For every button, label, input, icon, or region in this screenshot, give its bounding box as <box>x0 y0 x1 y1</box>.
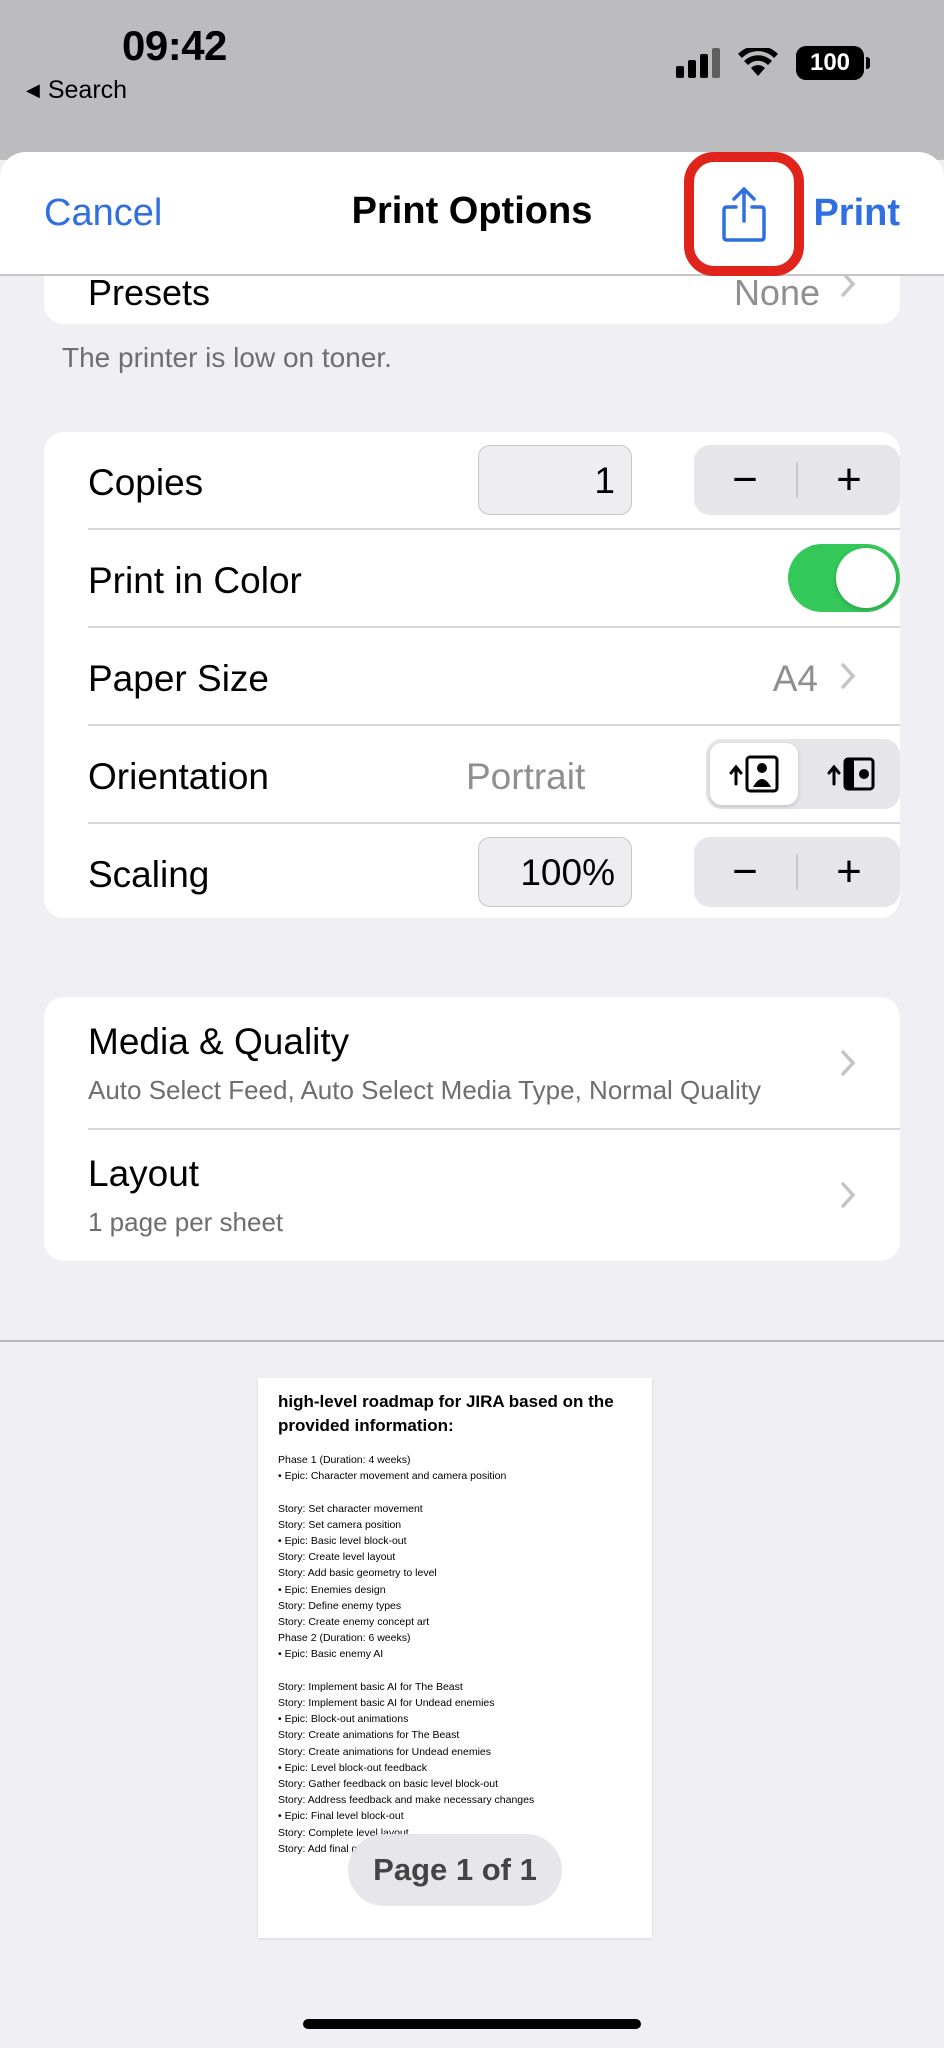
media-quality-subtitle: Auto Select Feed, Auto Select Media Type… <box>88 1075 761 1105</box>
scaling-increment-button[interactable]: + <box>798 837 900 907</box>
cellular-signal-icon <box>676 48 720 78</box>
preview-line: Story: Set camera position <box>278 1518 402 1531</box>
layout-title: Layout <box>88 1153 200 1194</box>
copies-stepper: − + <box>694 445 900 515</box>
preview-line: Story: Gather feedback on basic level bl… <box>278 1778 499 1791</box>
landscape-icon <box>827 757 875 791</box>
navigation-bar: Cancel Print Options Print <box>0 152 944 276</box>
preview-line: Phase 2 (Duration: 6 weeks) <box>278 1632 411 1645</box>
preview-line: • Epic: Enemies design <box>278 1583 386 1596</box>
preview-line: • Epic: Level block-out feedback <box>278 1761 428 1774</box>
home-indicator <box>303 2019 641 2029</box>
print-options-sheet: Cancel Print Options Print Presets None … <box>0 152 944 2048</box>
portrait-option[interactable] <box>710 743 798 805</box>
back-to-search[interactable]: ◀ Search <box>26 76 127 105</box>
preview-line: • Epic: Final level block-out <box>278 1810 404 1823</box>
presets-value: None <box>733 272 820 313</box>
scaling-stepper: − + <box>694 837 900 907</box>
layout-row[interactable]: Layout 1 page per sheet <box>88 1129 900 1261</box>
media-quality-row[interactable]: Media & Quality Auto Select Feed, Auto S… <box>88 997 900 1129</box>
preview-line <box>278 1484 632 1500</box>
preview-line <box>278 1663 632 1679</box>
preview-line: Story: Create animations for The Beast <box>278 1729 460 1742</box>
back-triangle-icon: ◀ <box>26 80 40 100</box>
toggle-knob <box>836 548 896 608</box>
landscape-option[interactable] <box>808 743 896 805</box>
color-label: Print in Color <box>88 560 302 601</box>
preview-text: Phase 1 (Duration: 4 weeks) • Epic: Chara… <box>278 1452 632 1857</box>
preview-line: • Epic: Basic level block-out <box>278 1535 407 1548</box>
copies-decrement-button[interactable]: − <box>694 445 796 515</box>
paper-size-value: A4 <box>772 658 818 699</box>
preview-line: Story: Implement basic AI for The Beast <box>278 1680 463 1693</box>
scaling-label: Scaling <box>88 854 210 895</box>
share-button[interactable] <box>684 152 804 276</box>
preview-line: Story: Set character movement <box>278 1502 423 1515</box>
status-icons: 100 <box>676 46 870 80</box>
wifi-icon <box>738 48 778 76</box>
scaling-row: Scaling 100% − + <box>88 824 900 921</box>
print-button[interactable]: Print <box>813 192 900 235</box>
preview-line: • Epic: Block-out animations <box>278 1713 409 1726</box>
scaling-decrement-button[interactable]: − <box>694 837 796 907</box>
preview-line: Story: Create enemy concept art <box>278 1616 430 1629</box>
back-label: Search <box>47 76 128 104</box>
preview-line: Story: Address feedback and make necessa… <box>278 1794 535 1807</box>
copies-field[interactable]: 1 <box>478 445 632 515</box>
print-in-color-toggle[interactable] <box>788 544 900 612</box>
preview-line: Story: Implement basic AI for Undead ene… <box>278 1697 495 1710</box>
chevron-right-icon <box>841 1182 856 1208</box>
preview-line: • Epic: Character movement and camera po… <box>278 1470 507 1483</box>
preview-line: Story: Add basic geometry to level <box>278 1567 437 1580</box>
orientation-label: Orientation <box>88 756 269 797</box>
preview-line: Story: Define enemy types <box>278 1599 402 1612</box>
print-settings-group: Copies 1 − + Print in Color Paper Size A… <box>44 432 900 918</box>
preview-line: Story: Create level layout <box>278 1551 396 1564</box>
paper-size-row[interactable]: Paper Size A4 <box>88 628 900 725</box>
chevron-right-icon <box>841 663 856 689</box>
page-indicator: Page 1 of 1 <box>348 1834 562 1906</box>
portrait-icon <box>729 755 779 793</box>
paper-size-label: Paper Size <box>88 658 269 699</box>
layout-subtitle: 1 page per sheet <box>88 1207 284 1237</box>
preview-heading: high-level roadmap for JIRA based on the… <box>278 1392 614 1435</box>
scaling-field[interactable]: 100% <box>478 837 632 907</box>
orientation-value: Portrait <box>466 756 586 797</box>
preview-line: • Epic: Basic enemy AI <box>278 1648 384 1661</box>
share-icon <box>722 187 766 242</box>
color-row: Print in Color <box>88 530 900 627</box>
copies-row: Copies 1 − + <box>88 432 900 529</box>
preview-divider <box>0 1340 944 1342</box>
advanced-settings-group: Media & Quality Auto Select Feed, Auto S… <box>44 997 900 1261</box>
orientation-row: Orientation Portrait <box>88 726 900 823</box>
copies-increment-button[interactable]: + <box>798 445 900 515</box>
media-quality-title: Media & Quality <box>88 1021 350 1062</box>
presets-label: Presets <box>88 272 211 313</box>
toner-warning: The printer is low on toner. <box>62 342 392 373</box>
chevron-right-icon <box>841 1050 856 1076</box>
orientation-segmented-control <box>706 739 900 809</box>
battery-icon: 100 <box>796 46 870 80</box>
status-time: 09:42 <box>122 22 227 69</box>
preview-line: Story: Create animations for Undead enem… <box>278 1745 492 1758</box>
preview-line: Phase 1 (Duration: 4 weeks) <box>278 1454 411 1466</box>
copies-label: Copies <box>88 462 204 503</box>
